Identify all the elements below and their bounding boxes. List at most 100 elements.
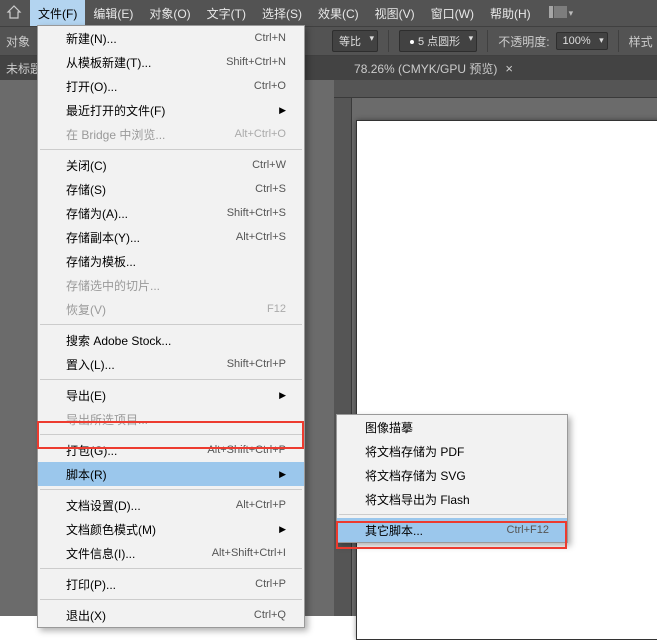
menu-item-shortcut: Alt+Ctrl+P: [236, 499, 286, 511]
menu-item-label: 打印(P)...: [66, 576, 116, 593]
file-menu-item-23[interactable]: 文档设置(D)...Alt+Ctrl+P: [38, 493, 304, 517]
menu-item-label: 脚本(R): [66, 466, 107, 483]
file-menu-item-7[interactable]: 存储(S)Ctrl+S: [38, 177, 304, 201]
file-menu-item-18: 导出所选项目...: [38, 407, 304, 431]
menu-item-label: 存储(S): [66, 181, 106, 198]
script-menu-item-1[interactable]: 将文档存储为 PDF: [337, 439, 567, 463]
menu-separator: [40, 568, 302, 569]
chevron-right-icon: ▶: [279, 390, 286, 401]
file-menu-item-21[interactable]: 脚本(R) ▶: [38, 462, 304, 486]
menu-item-label: 将文档存储为 SVG: [365, 467, 466, 484]
file-menu-item-3[interactable]: 最近打开的文件(F)▶: [38, 98, 304, 122]
menu-item-label: 打开(O)...: [66, 78, 117, 95]
file-menu-item-27[interactable]: 打印(P)...Ctrl+P: [38, 572, 304, 596]
menu-separator: [40, 149, 302, 150]
menu-item-label: 存储为模板...: [66, 253, 136, 270]
file-menu-item-12: 恢复(V) F12: [38, 297, 304, 321]
menu-window[interactable]: 窗口(W): [423, 0, 482, 26]
menu-item-label: 文档颜色模式(M): [66, 521, 156, 538]
file-menu-item-10[interactable]: 存储为模板...: [38, 249, 304, 273]
menu-item-shortcut: Ctrl+O: [254, 80, 286, 92]
script-submenu-dropdown: 图像描摹将文档存储为 PDF 将文档存储为 SVG 将文档导出为 Flash 其它脚本…: [336, 414, 568, 543]
script-menu-item-3[interactable]: 将文档导出为 Flash: [337, 487, 567, 511]
file-menu-item-15[interactable]: 置入(L)... Shift+Ctrl+P: [38, 352, 304, 376]
script-menu-item-2[interactable]: 将文档存储为 SVG: [337, 463, 567, 487]
file-menu-item-4: 在 Bridge 中浏览... Alt+Ctrl+O: [38, 122, 304, 146]
menu-item-label: 其它脚本...: [365, 522, 423, 539]
menu-item-shortcut: Alt+Shift+Ctrl+I: [212, 547, 286, 559]
menu-item-label: 文件信息(I)...: [66, 545, 135, 562]
menu-item-label: 在 Bridge 中浏览...: [66, 126, 165, 143]
menu-item-label: 恢复(V): [66, 301, 106, 318]
menu-item-shortcut: Shift+Ctrl+N: [226, 56, 286, 68]
menu-item-label: 存储为(A)...: [66, 205, 128, 222]
opacity-label: 不透明度:: [498, 33, 549, 50]
menu-item-shortcut: Ctrl+N: [255, 32, 286, 44]
menu-effect[interactable]: 效果(C): [310, 0, 367, 26]
file-menu-item-17[interactable]: 导出(E) ▶: [38, 383, 304, 407]
file-menu-item-6[interactable]: 关闭(C) Ctrl+W: [38, 153, 304, 177]
menu-item-shortcut: Ctrl+Q: [254, 609, 286, 621]
menu-separator: [40, 434, 302, 435]
canvas[interactable]: [356, 120, 657, 640]
menu-separator: [339, 514, 565, 515]
menu-item-label: 导出(E): [66, 387, 106, 404]
chevron-right-icon: ▶: [279, 469, 286, 480]
script-menu-item-5[interactable]: 其它脚本...Ctrl+F12: [337, 518, 567, 542]
menubar: 文件(F) 编辑(E) 对象(O) 文字(T) 选择(S) 效果(C) 视图(V…: [0, 0, 657, 26]
file-menu-item-2[interactable]: 打开(O)... Ctrl+O: [38, 74, 304, 98]
menu-item-label: 存储选中的切片...: [66, 277, 160, 294]
tab-title: 78.26% (CMYK/GPU 预览): [354, 60, 497, 77]
menu-item-label: 图像描摹: [365, 419, 413, 436]
menu-item-shortcut: F12: [267, 303, 286, 315]
tab-close-icon[interactable]: ×: [505, 61, 513, 76]
menu-item-label: 导出所选项目...: [66, 411, 148, 428]
menu-item-shortcut: Alt+Ctrl+O: [235, 128, 286, 140]
toolbar-label-left: 对象: [6, 33, 30, 50]
menu-item-label: 置入(L)...: [66, 356, 115, 373]
file-menu-item-14[interactable]: 搜索 Adobe Stock...: [38, 328, 304, 352]
file-menu-item-29[interactable]: 退出(X) Ctrl+Q: [38, 603, 304, 627]
document-tab[interactable]: 78.26% (CMYK/GPU 预览) ×: [346, 60, 521, 77]
menu-item-label: 将文档存储为 PDF: [365, 443, 464, 460]
menu-item-label: 新建(N)...: [66, 30, 117, 47]
menu-item-label: 存储副本(Y)...: [66, 229, 140, 246]
proportion-dropdown[interactable]: 等比: [332, 30, 378, 52]
layout-icon[interactable]: [549, 6, 567, 21]
menu-item-label: 从模板新建(T)...: [66, 54, 151, 71]
ruler-horizontal: [334, 80, 657, 98]
menu-object[interactable]: 对象(O): [141, 0, 198, 26]
menu-edit[interactable]: 编辑(E): [85, 0, 141, 26]
menu-file[interactable]: 文件(F): [30, 0, 85, 26]
menu-select[interactable]: 选择(S): [254, 0, 310, 26]
menu-separator: [40, 489, 302, 490]
file-menu-item-0[interactable]: 新建(N)... Ctrl+N: [38, 26, 304, 50]
style-label: 样式: [629, 33, 653, 50]
file-menu-item-1[interactable]: 从模板新建(T)... Shift+Ctrl+N: [38, 50, 304, 74]
file-menu-item-25[interactable]: 文件信息(I)... Alt+Shift+Ctrl+I: [38, 541, 304, 565]
menu-item-shortcut: Alt+Shift+Ctrl+P: [207, 444, 286, 456]
file-menu-item-9[interactable]: 存储副本(Y)... Alt+Ctrl+S: [38, 225, 304, 249]
opacity-value[interactable]: 100%: [556, 32, 608, 50]
menu-item-shortcut: Shift+Ctrl+S: [227, 207, 286, 219]
menu-view[interactable]: 视图(V): [367, 0, 423, 26]
menu-item-label: 退出(X): [66, 607, 106, 624]
home-icon[interactable]: [6, 4, 22, 25]
menu-separator: [40, 599, 302, 600]
file-menu-dropdown: 新建(N)... Ctrl+N 从模板新建(T)... Shift+Ctrl+N 打开(…: [37, 25, 305, 628]
menu-separator: [40, 324, 302, 325]
menu-item-shortcut: Shift+Ctrl+P: [227, 358, 286, 370]
menu-item-label: 搜索 Adobe Stock...: [66, 332, 171, 349]
file-menu-item-8[interactable]: 存储为(A)... Shift+Ctrl+S: [38, 201, 304, 225]
menu-separator: [40, 379, 302, 380]
file-menu-item-24[interactable]: 文档颜色模式(M)▶: [38, 517, 304, 541]
menu-item-label: 关闭(C): [66, 157, 107, 174]
script-menu-item-0[interactable]: 图像描摹: [337, 415, 567, 439]
menu-item-shortcut: Ctrl+W: [252, 159, 286, 171]
menu-help[interactable]: 帮助(H): [482, 0, 539, 26]
menu-item-label: 将文档导出为 Flash: [365, 491, 470, 508]
stroke-dropdown[interactable]: 5 点圆形: [399, 30, 477, 52]
file-menu-item-20[interactable]: 打包(G)...Alt+Shift+Ctrl+P: [38, 438, 304, 462]
menu-item-shortcut: Alt+Ctrl+S: [236, 231, 286, 243]
menu-text[interactable]: 文字(T): [199, 0, 254, 26]
